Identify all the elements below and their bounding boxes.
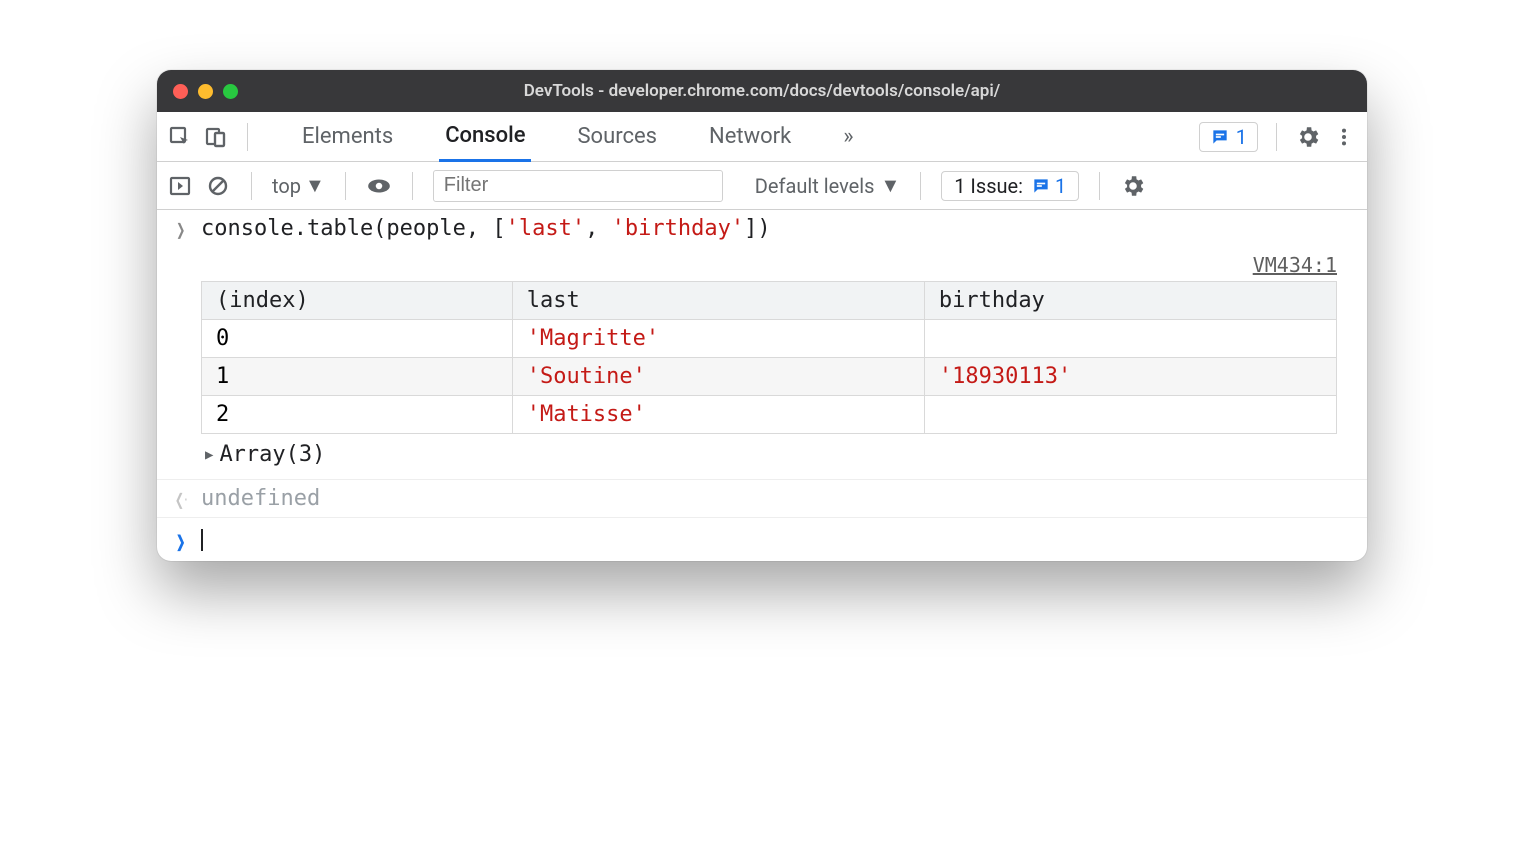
log-levels-selector[interactable]: Default levels ▼ <box>755 173 900 198</box>
main-tabbar: Elements Console Sources Network » 1 <box>157 112 1367 162</box>
input-chevron-icon: ❯ <box>171 216 191 239</box>
cell-last: 'Matisse' <box>512 396 924 434</box>
console-output-row: VM434:1 (index) last birthday 0 'Magritt… <box>157 247 1367 480</box>
maximize-button[interactable] <box>223 84 238 99</box>
window-controls <box>173 84 238 99</box>
return-value: undefined <box>201 486 320 511</box>
inspect-icon[interactable] <box>167 124 193 150</box>
text-caret <box>201 529 203 551</box>
tab-sources[interactable]: Sources <box>571 112 663 161</box>
sidebar-toggle-icon[interactable] <box>167 173 193 199</box>
console-input-code: console.table(people, ['last', 'birthday… <box>201 216 771 241</box>
console-toolbar: top ▼ Default levels ▼ 1 Issue: 1 <box>157 162 1367 210</box>
col-index[interactable]: (index) <box>202 282 513 320</box>
console-input-row: ❯ console.table(people, ['last', 'birthd… <box>157 210 1367 247</box>
message-icon <box>1031 176 1051 196</box>
cell-index: 2 <box>202 396 513 434</box>
filter-input[interactable] <box>433 170 723 202</box>
prompt-chevron-icon: ❯ <box>171 528 191 551</box>
col-birthday[interactable]: birthday <box>924 282 1336 320</box>
tab-console[interactable]: Console <box>439 113 531 162</box>
table-row: 0 'Magritte' <box>202 320 1337 358</box>
close-button[interactable] <box>173 84 188 99</box>
window-title: DevTools - developer.chrome.com/docs/dev… <box>157 81 1367 101</box>
kebab-menu-icon[interactable] <box>1331 124 1357 150</box>
titlebar: DevTools - developer.chrome.com/docs/dev… <box>157 70 1367 112</box>
divider <box>1099 172 1100 200</box>
issues-badge-count: 1 <box>1236 125 1247 149</box>
col-last[interactable]: last <box>512 282 924 320</box>
cell-birthday <box>924 396 1336 434</box>
divider <box>1276 123 1277 151</box>
console-prompt-row[interactable]: ❯ <box>157 518 1367 561</box>
cell-index: 1 <box>202 358 513 396</box>
tab-network[interactable]: Network <box>703 112 797 161</box>
device-toggle-icon[interactable] <box>203 124 229 150</box>
panel-tabs: Elements Console Sources Network » <box>296 112 860 161</box>
cell-birthday <box>924 320 1336 358</box>
issues-count: 1 <box>1055 174 1066 198</box>
table-row: 1 'Soutine' '18930113' <box>202 358 1337 396</box>
issues-button[interactable]: 1 Issue: 1 <box>941 171 1079 201</box>
tab-elements[interactable]: Elements <box>296 112 399 161</box>
divider <box>920 172 921 200</box>
tabs-overflow[interactable]: » <box>837 112 859 161</box>
source-link[interactable]: VM434:1 <box>201 253 1357 277</box>
dropdown-icon: ▼ <box>880 173 900 198</box>
context-selector[interactable]: top ▼ <box>272 173 325 198</box>
table-header-row: (index) last birthday <box>202 282 1337 320</box>
clear-console-icon[interactable] <box>205 173 231 199</box>
divider <box>251 172 252 200</box>
console-table: (index) last birthday 0 'Magritte' 1 <box>201 281 1337 434</box>
minimize-button[interactable] <box>198 84 213 99</box>
divider <box>247 123 248 151</box>
divider <box>345 172 346 200</box>
issues-badge[interactable]: 1 <box>1199 122 1258 152</box>
issues-label: 1 Issue: <box>954 174 1023 198</box>
array-summary-text: Array(3) <box>219 442 325 467</box>
array-summary[interactable]: ▶ Array(3) <box>205 440 1357 473</box>
console-body: ❯ console.table(people, ['last', 'birthd… <box>157 210 1367 561</box>
divider <box>412 172 413 200</box>
console-settings-icon[interactable] <box>1120 173 1146 199</box>
levels-label: Default levels <box>755 174 875 198</box>
table-row: 2 'Matisse' <box>202 396 1337 434</box>
dropdown-icon: ▼ <box>305 173 325 198</box>
cell-birthday: '18930113' <box>924 358 1336 396</box>
expand-icon: ▶ <box>205 447 213 463</box>
live-expression-icon[interactable] <box>366 173 392 199</box>
cell-last: 'Soutine' <box>512 358 924 396</box>
devtools-window: DevTools - developer.chrome.com/docs/dev… <box>157 70 1367 561</box>
message-icon <box>1210 127 1230 147</box>
cell-last: 'Magritte' <box>512 320 924 358</box>
console-return-row: ❮⋅ undefined <box>157 480 1367 518</box>
cell-index: 0 <box>202 320 513 358</box>
settings-icon[interactable] <box>1295 124 1321 150</box>
output-chevron-icon: ❮⋅ <box>171 486 191 509</box>
context-label: top <box>272 174 301 198</box>
